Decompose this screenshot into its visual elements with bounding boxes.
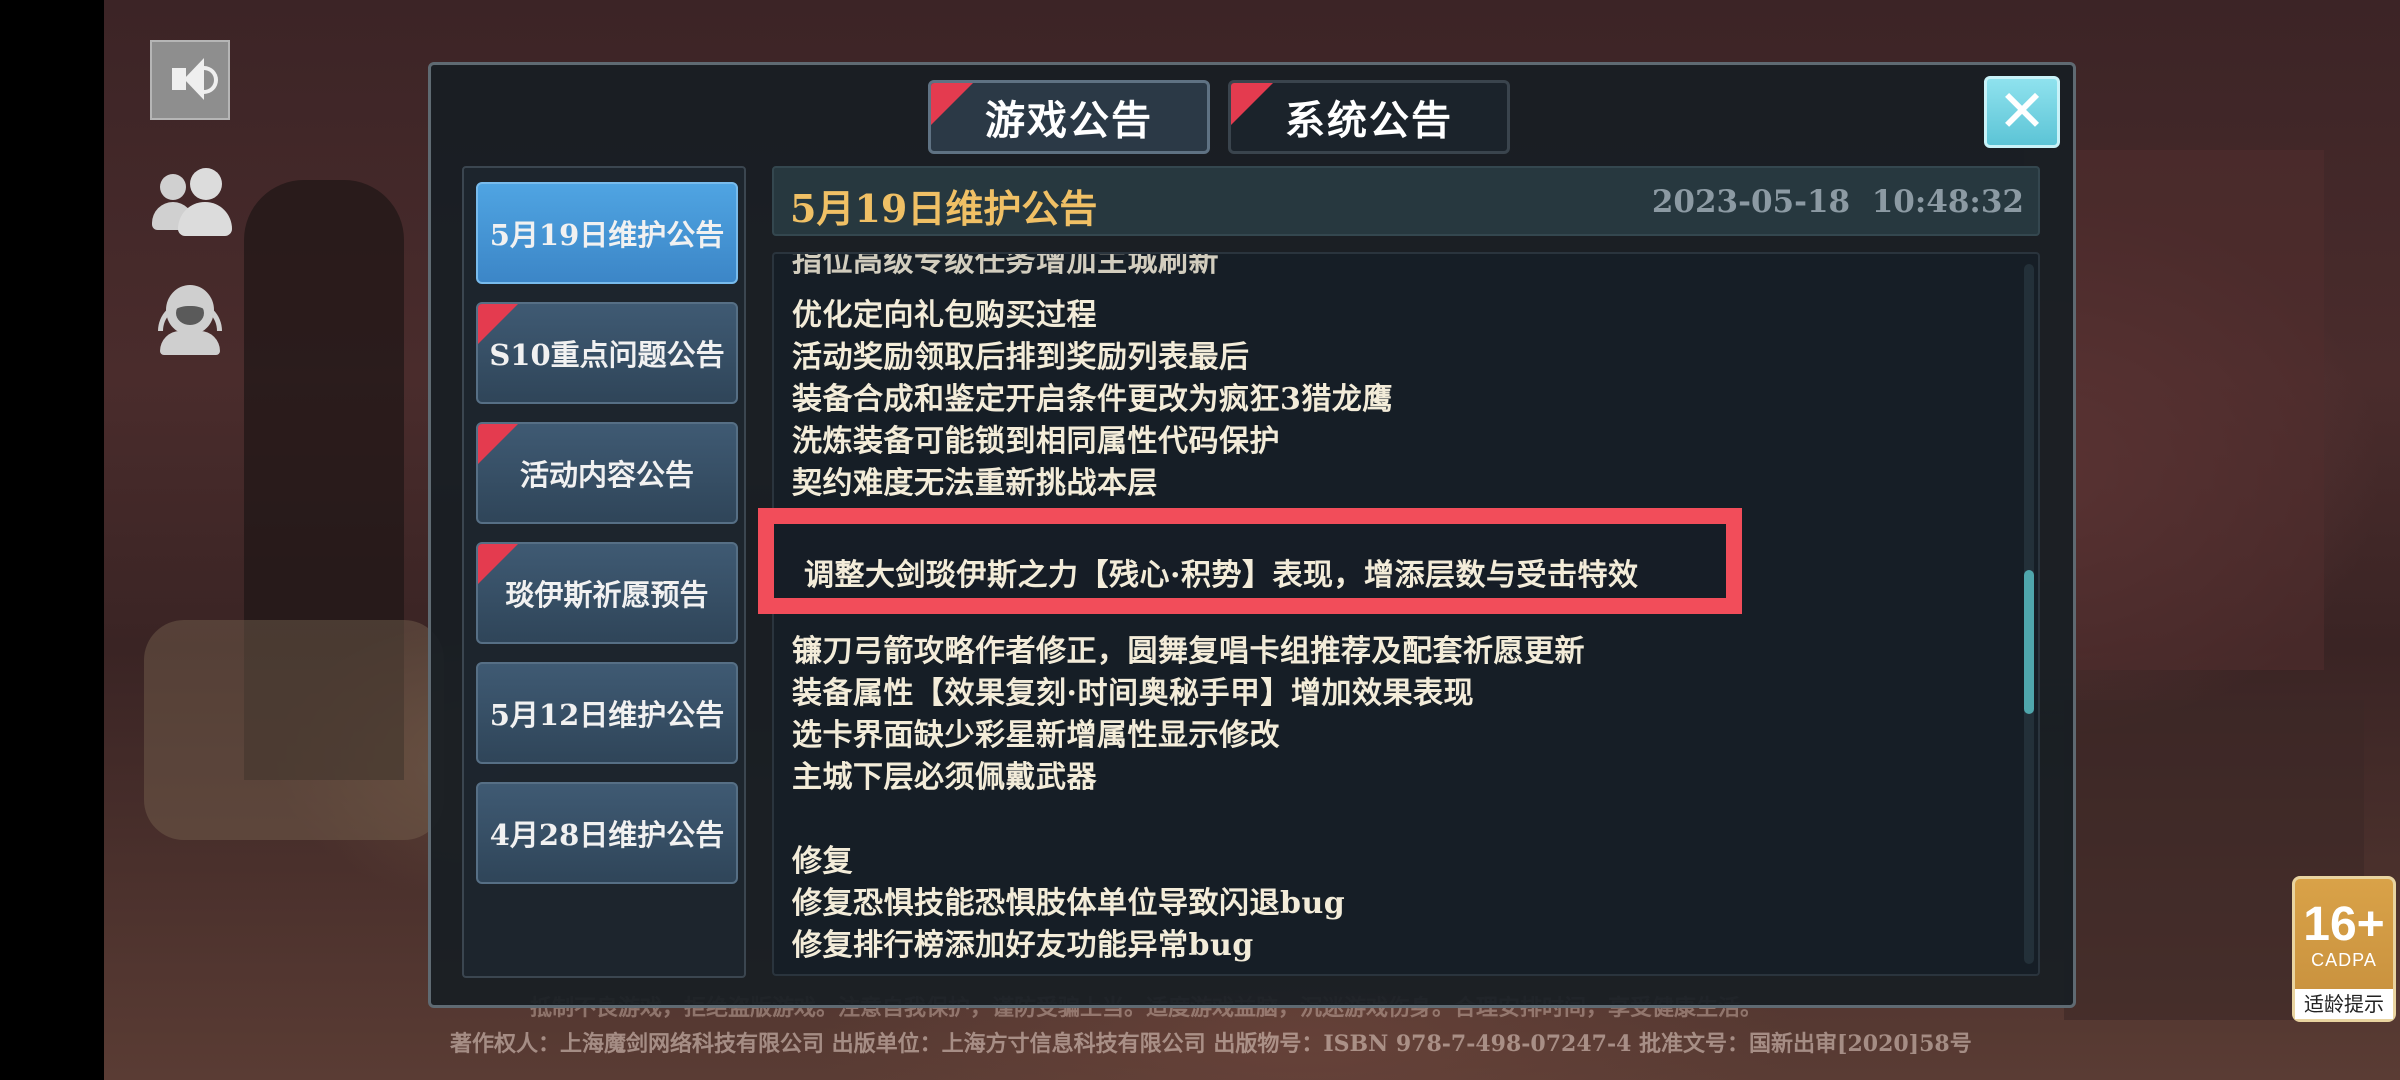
list-item-label: S10重点问题公告 bbox=[489, 338, 725, 372]
notice-line: 主城下层必须佩戴武器 bbox=[792, 760, 1097, 795]
announcement-list: 5月19日维护公告 S10重点问题公告 活动内容公告 琰伊斯祈愿预告 5月12日… bbox=[462, 166, 746, 978]
notice-line: 活动奖励领取后排到奖励列表最后 bbox=[792, 340, 1250, 375]
new-badge-corner bbox=[1231, 83, 1273, 125]
friends-button[interactable] bbox=[150, 160, 232, 240]
notice-line: 装备属性【效果复刻·时间奥秘手甲】增加效果表现 bbox=[792, 676, 1474, 711]
copyright-text: 著作权人：上海魔剑网络科技有限公司 出版单位：上海方寸信息科技有限公司 出版物号… bbox=[450, 1031, 1972, 1057]
notice-line: 洗炼装备可能锁到相同属性代码保护 bbox=[792, 424, 1280, 459]
list-item-label: 琰伊斯祈愿预告 bbox=[505, 578, 709, 612]
list-item-0519-maintenance[interactable]: 5月19日维护公告 bbox=[476, 182, 738, 284]
notice-title: 5月19日维护公告 bbox=[790, 186, 1098, 231]
close-icon: ✕ bbox=[1997, 77, 2047, 145]
age-rating-badge[interactable]: 16+ CADPA 适龄提示 bbox=[2292, 876, 2396, 1022]
notice-line: 选卡界面缺少彩星新增属性显示修改 bbox=[792, 718, 1280, 753]
tab-label: 系统公告 bbox=[1285, 97, 1453, 144]
new-badge-corner bbox=[478, 424, 518, 464]
age-rating-org: CADPA bbox=[2311, 950, 2377, 970]
notice-line: 指位高级专级任务增加主城刷新 bbox=[792, 252, 1219, 279]
notice-line: 装备合成和鉴定开启条件更改为疯狂3猎龙鹰 bbox=[792, 382, 1393, 417]
highlighted-notice-line: 调整大剑琰伊斯之力【残心·积势】表现，增添层数与受击特效 bbox=[804, 558, 1639, 593]
close-button[interactable]: ✕ bbox=[1984, 76, 2060, 148]
notice-line: 契约难度无法重新挑战本层 bbox=[792, 466, 1158, 501]
tab-label: 游戏公告 bbox=[985, 97, 1153, 144]
notice-line: 镰刀弓箭攻略作者修正，圆舞复唱卡组推荐及配套祈愿更新 bbox=[792, 634, 1585, 669]
list-item-event-content[interactable]: 活动内容公告 bbox=[476, 422, 738, 524]
list-item-label: 4月28日维护公告 bbox=[489, 818, 725, 852]
age-rating-tip: 适龄提示 bbox=[2295, 989, 2393, 1019]
notice-line: 优化定向礼包购买过程 bbox=[792, 298, 1097, 333]
scrollbar-thumb[interactable] bbox=[2024, 570, 2034, 714]
customer-service-button[interactable] bbox=[150, 275, 230, 355]
new-badge-corner bbox=[478, 544, 518, 584]
background-creature bbox=[144, 620, 444, 840]
list-item-0512-maintenance[interactable]: 5月12日维护公告 bbox=[476, 662, 738, 764]
list-item-wish-preview[interactable]: 琰伊斯祈愿预告 bbox=[476, 542, 738, 644]
notice-header: 5月19日维护公告 2023-05-18 10:48:32 bbox=[772, 166, 2040, 236]
highlight-annotation-box: 调整大剑琰伊斯之力【残心·积势】表现，增添层数与受击特效 bbox=[758, 508, 1742, 614]
sound-toggle-button[interactable] bbox=[150, 40, 230, 120]
notice-line: 修复恐惧技能恐惧肢体单位导致闪退bug bbox=[792, 886, 1346, 921]
list-item-0428-maintenance[interactable]: 4月28日维护公告 bbox=[476, 782, 738, 884]
tab-system-announcement[interactable]: 系统公告 bbox=[1228, 80, 1510, 154]
list-item-label: 5月12日维护公告 bbox=[489, 698, 725, 732]
notice-content-scroll[interactable]: 指位高级专级任务增加主城刷新 优化定向礼包购买过程 活动奖励领取后排到奖励列表最… bbox=[772, 252, 2040, 976]
age-rating-value: 16+ bbox=[2303, 898, 2385, 951]
new-badge-corner bbox=[478, 304, 518, 344]
tab-game-announcement[interactable]: 游戏公告 bbox=[928, 80, 1210, 154]
notice-line: 修复排行榜添加好友功能异常bug bbox=[792, 928, 1254, 963]
list-item-label: 活动内容公告 bbox=[519, 458, 694, 492]
list-item-label: 5月19日维护公告 bbox=[489, 218, 725, 252]
list-item-s10-issues[interactable]: S10重点问题公告 bbox=[476, 302, 738, 404]
new-badge-corner bbox=[931, 83, 973, 125]
notice-timestamp: 2023-05-18 10:48:32 bbox=[1651, 184, 2024, 220]
notice-section-heading: 修复 bbox=[792, 844, 853, 879]
